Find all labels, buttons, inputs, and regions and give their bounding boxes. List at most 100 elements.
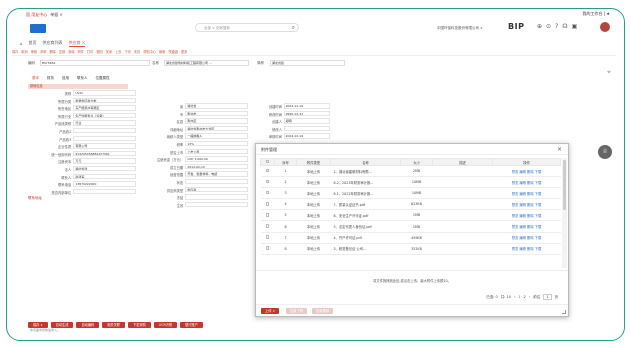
field-value[interactable]: 批量供应商分类 bbox=[73, 97, 136, 104]
row-checkbox[interactable] bbox=[260, 232, 275, 244]
upload-button[interactable]: 上传 ∨ bbox=[261, 308, 280, 314]
row-checkbox[interactable] bbox=[260, 165, 275, 178]
field-value[interactable] bbox=[185, 194, 248, 200]
global-search-input[interactable]: 全部 ∨ 全局搜索 ⌕ bbox=[195, 23, 299, 32]
toolbar-item[interactable]: 保存 bbox=[12, 49, 18, 54]
home-icon[interactable]: ⌂ bbox=[20, 41, 23, 46]
code-field[interactable]: BSY5469 bbox=[40, 60, 150, 66]
prev-page-button[interactable]: ‹ bbox=[514, 295, 515, 299]
field-value[interactable]: 9990-12-31 bbox=[283, 110, 330, 117]
field-value[interactable]: 开发、批量材料、电缆 bbox=[185, 171, 248, 177]
toolbar-item[interactable]: 帮助中心 bbox=[143, 49, 156, 54]
tab-home[interactable]: 国 用友中心 bbox=[26, 12, 47, 18]
table-scrollbar[interactable] bbox=[562, 158, 567, 268]
field-value[interactable]: 湖北省 bbox=[185, 103, 248, 109]
upload-drop-hint[interactable]: 将文件拖拽到此处,或点击上传。最大附件上传额10。 bbox=[256, 270, 568, 283]
row-actions[interactable]: 预览 编辑 删除 下载 bbox=[492, 165, 561, 178]
row-checkbox[interactable] bbox=[260, 198, 275, 211]
field-value[interactable] bbox=[185, 178, 248, 185]
field-value[interactable]: 郑明 bbox=[283, 118, 330, 124]
row-checkbox[interactable] bbox=[260, 187, 275, 200]
toolbar-item[interactable]: 刷新 bbox=[159, 49, 165, 54]
subtab[interactable]: 信用 bbox=[62, 76, 69, 82]
field-value[interactable]: 2012-02-10 bbox=[185, 163, 248, 170]
batch-delete-button[interactable]: 批量删除 bbox=[312, 308, 334, 314]
pin-icon[interactable]: ⌖ bbox=[607, 68, 611, 77]
table-row[interactable]: 7 本地上传 4、开户许可证.pdf 499KB 预览 编辑 删除 下载 bbox=[260, 232, 561, 244]
toolbar-item[interactable]: 新增 bbox=[68, 49, 74, 54]
field-value[interactable] bbox=[73, 188, 136, 195]
field-value[interactable]: 有限公司 bbox=[73, 143, 136, 149]
field-value[interactable]: 2024-12-19 bbox=[283, 133, 330, 139]
field-value[interactable]: 湖北省荆州市大龙区 bbox=[185, 125, 248, 132]
footer-button[interactable]: OCR识别 bbox=[153, 322, 178, 328]
toolbar-item[interactable]: 关闭 bbox=[106, 49, 112, 54]
field-value[interactable] bbox=[73, 127, 136, 134]
footer-button[interactable]: 银行账户 bbox=[180, 322, 203, 328]
subtab[interactable]: 财务 bbox=[47, 76, 54, 82]
name-field[interactable]: 湖北省建筑材料和工程有限公司 ... bbox=[164, 60, 249, 66]
toolbar-item[interactable]: 复制 bbox=[59, 49, 65, 54]
short-name-field[interactable]: 湖北省建 bbox=[270, 60, 345, 66]
row-checkbox[interactable] bbox=[260, 209, 275, 222]
batch-download-button[interactable]: 批量下载 bbox=[286, 308, 308, 314]
toolbar-item[interactable]: 更多 bbox=[181, 49, 187, 54]
row-actions[interactable]: 预览 编辑 删除 下载 bbox=[492, 209, 561, 222]
row-actions[interactable]: 预览 编辑 删除 下载 bbox=[492, 198, 561, 211]
help-icon[interactable]: ? bbox=[555, 23, 558, 30]
field-value[interactable]: 荆州区 bbox=[185, 118, 248, 124]
search-icon[interactable]: ⊕ bbox=[537, 23, 542, 30]
row-actions[interactable]: 预览 编辑 删除 下载 bbox=[492, 176, 561, 189]
nav-list[interactable]: 供应商列表 bbox=[43, 40, 63, 46]
field-value[interactable]: 赵建军 bbox=[73, 173, 136, 180]
field-value[interactable]: 2024-12-19 bbox=[283, 103, 330, 109]
field-value[interactable]: 上市公司 bbox=[185, 148, 248, 155]
toolbar-item[interactable]: 退回 bbox=[96, 49, 102, 54]
field-value[interactable]: CNY 1,000.00 bbox=[185, 156, 248, 162]
select-all-checkbox[interactable] bbox=[260, 158, 275, 166]
avatar[interactable] bbox=[600, 22, 610, 32]
page-1-button[interactable]: 1 bbox=[518, 295, 520, 299]
toolbar-item[interactable]: 上页 bbox=[115, 49, 121, 54]
page-input[interactable]: 1 bbox=[543, 294, 552, 300]
toolbar-item[interactable]: 弃审 bbox=[40, 49, 46, 54]
toolbar-item[interactable]: 取消 bbox=[21, 49, 27, 54]
toolbar-item[interactable]: 快捷键 bbox=[168, 49, 178, 54]
row-checkbox[interactable] bbox=[260, 176, 275, 189]
row-actions[interactable]: 预览 编辑 删除 下载 bbox=[492, 232, 561, 244]
notification-icon[interactable]: ▣ bbox=[572, 23, 578, 30]
field-value[interactable]: 东产能源州有限区 bbox=[73, 105, 136, 111]
field-value[interactable]: 13% bbox=[185, 140, 248, 147]
field-value[interactable]: 万元 bbox=[73, 158, 136, 164]
field-value[interactable] bbox=[185, 201, 248, 208]
resize-handle[interactable] bbox=[562, 310, 566, 314]
field-value[interactable]: 一般纳税人 bbox=[185, 133, 248, 139]
field-value[interactable] bbox=[283, 125, 330, 132]
footer-button[interactable]: 自动编码 bbox=[76, 322, 100, 328]
headset-icon[interactable]: ☊ bbox=[562, 23, 567, 30]
footer-button[interactable]: 相关关联 bbox=[102, 322, 125, 328]
toolbar-item[interactable]: 下页 bbox=[125, 49, 131, 54]
toolbar-item[interactable]: 打印 bbox=[87, 49, 93, 54]
row-actions[interactable]: 预览 编辑 删除 下载 bbox=[492, 220, 561, 233]
search-icon[interactable]: ⌕ bbox=[292, 24, 295, 32]
field-value[interactable]: 生产性服务业（设备） bbox=[73, 112, 136, 119]
row-checkbox[interactable] bbox=[260, 243, 275, 255]
row-actions[interactable]: 预览 编辑 删除 下载 bbox=[492, 187, 561, 200]
field-value[interactable]: 13870222000 bbox=[73, 181, 136, 187]
next-page-button[interactable]: › bbox=[529, 295, 530, 299]
subtab[interactable]: 位置属性 bbox=[96, 76, 110, 82]
row-checkbox[interactable] bbox=[260, 220, 275, 233]
table-row[interactable]: 6 本地上传 5、法定代表人身份证.pdf 1MB 预览 编辑 删除 下载 bbox=[260, 220, 561, 233]
subtab[interactable]: 基本 bbox=[32, 76, 39, 82]
table-row[interactable]: 5 本地上传 6、安全生产许可证.pdf 1MB 预览 编辑 删除 下载 bbox=[260, 209, 561, 222]
grid-menu-icon[interactable]: ⁞⁞ bbox=[598, 145, 612, 159]
message-icon[interactable]: ⊙ bbox=[546, 23, 551, 30]
field-value[interactable]: 湖北省建 bbox=[73, 165, 136, 172]
table-row[interactable]: 1 本地上传 1、湖北省建筑材料有限... 2MB 预览 编辑 删除 下载 bbox=[260, 165, 561, 178]
org-selector[interactable]: 中国环保科技股份有限公司 ∨ bbox=[437, 26, 483, 31]
tab-document[interactable]: 单据 × bbox=[50, 12, 63, 18]
field-value[interactable]: 91420545688232799L bbox=[73, 150, 136, 157]
row-actions[interactable]: 预览 编辑 删除 下载 bbox=[492, 243, 561, 255]
table-row[interactable]: 2 本地上传 8.2、2023年财务审计报... 10MB 预览 编辑 删除 下载 bbox=[260, 176, 561, 189]
